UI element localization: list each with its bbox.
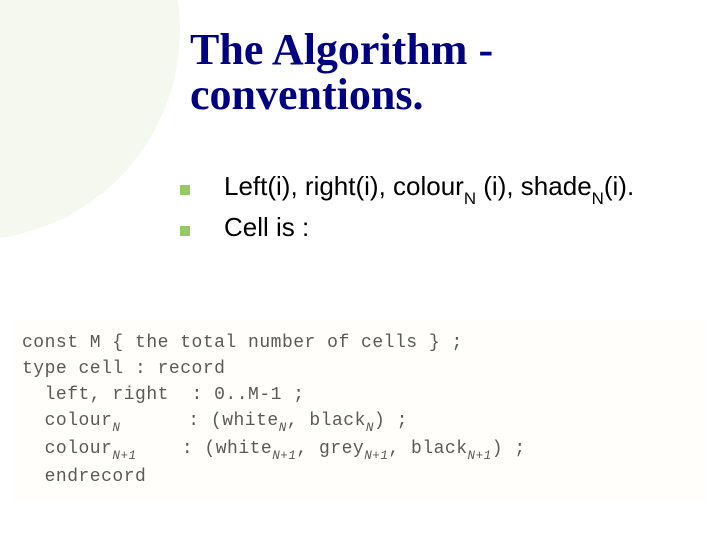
bullet-icon xyxy=(180,185,190,195)
bullet-fragment: Left(i), right(i), colour xyxy=(224,171,464,201)
subscript: N+1 xyxy=(112,449,136,463)
decorative-arc xyxy=(0,0,180,240)
code-fragment: colour xyxy=(22,439,112,459)
code-fragment: colour xyxy=(22,411,112,431)
bullet-text: Left(i), right(i), colourN (i), shadeN(i… xyxy=(224,170,634,207)
subscript: N+1 xyxy=(468,449,492,463)
slide-title: The Algorithm - conventions. xyxy=(190,28,690,118)
subscript: N xyxy=(366,421,374,435)
code-line: colourN : (whiteN, blackN) ; xyxy=(22,408,698,436)
code-line: const M { the total number of cells } ; xyxy=(22,330,698,356)
subscript: N xyxy=(279,421,287,435)
bullet-fragment: (i). xyxy=(604,171,634,201)
bullet-icon xyxy=(180,226,190,236)
subscript: N xyxy=(112,421,120,435)
code-fragment: ) ; xyxy=(492,439,526,459)
subscript: N+1 xyxy=(272,449,296,463)
code-line: endrecord xyxy=(22,464,698,490)
subscript: N xyxy=(464,189,476,208)
code-fragment: , grey xyxy=(296,439,364,459)
code-fragment: : (white xyxy=(120,411,278,431)
slide: The Algorithm - conventions. Left(i), ri… xyxy=(0,0,720,540)
code-block: const M { the total number of cells } ; … xyxy=(14,320,706,504)
code-fragment: , black xyxy=(287,411,366,431)
bullet-fragment: (i), shade xyxy=(476,171,592,201)
subscript: N xyxy=(592,189,604,208)
bullet-list: Left(i), right(i), colourN (i), shadeN(i… xyxy=(180,170,680,249)
code-line: left, right : 0..M-1 ; xyxy=(22,382,698,408)
code-line: type cell : record xyxy=(22,356,698,382)
list-item: Left(i), right(i), colourN (i), shadeN(i… xyxy=(180,170,680,207)
list-item: Cell is : xyxy=(180,211,680,245)
bullet-text: Cell is : xyxy=(224,211,309,245)
code-line: colourN+1 : (whiteN+1, greyN+1, blackN+1… xyxy=(22,436,698,464)
code-fragment: ) ; xyxy=(374,411,408,431)
code-fragment: : (white xyxy=(137,439,273,459)
subscript: N+1 xyxy=(364,449,388,463)
code-fragment: , black xyxy=(388,439,467,459)
